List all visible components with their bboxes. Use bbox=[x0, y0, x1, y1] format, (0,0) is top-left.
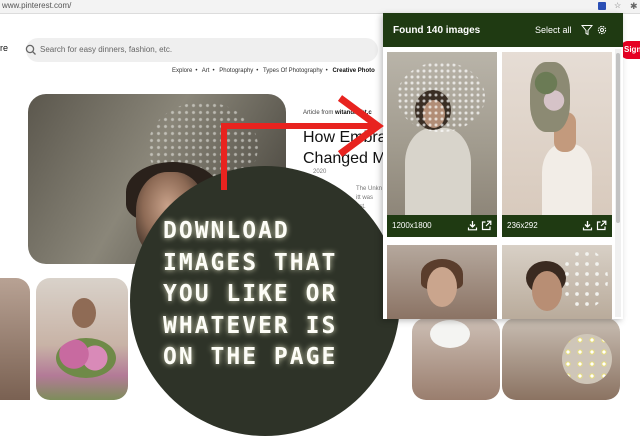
download-icon[interactable] bbox=[467, 220, 478, 231]
search-bar[interactable]: Search for easy dinners, fashion, etc. bbox=[25, 38, 378, 62]
article-date: 2020 bbox=[313, 169, 327, 175]
filter-icon[interactable] bbox=[581, 24, 593, 36]
article-snippet-line: The Unkn bbox=[356, 186, 383, 192]
breadcrumb: Explore • Art • Photography • Types Of Phot… bbox=[172, 68, 375, 74]
puzzle-icon[interactable]: ✱ bbox=[630, 2, 638, 11]
open-external-icon[interactable] bbox=[596, 220, 607, 231]
article-title[interactable]: How Embrac Changed My bbox=[303, 127, 395, 169]
image-preview[interactable] bbox=[502, 52, 612, 215]
search-input[interactable]: Search for easy dinners, fashion, etc. bbox=[40, 45, 172, 54]
image-card[interactable]: 1200x1800 bbox=[387, 52, 497, 237]
article-snippet-line: itt was bbox=[356, 195, 374, 201]
promo-caption: DOWNLOAD IMAGES THAT YOU LIKE OR WHATEVE… bbox=[163, 218, 338, 370]
search-icon bbox=[25, 44, 36, 55]
pin-thumbnail[interactable] bbox=[502, 318, 620, 400]
breadcrumb-item[interactable]: Photography bbox=[219, 68, 253, 74]
article-source: Article from witandlight.c bbox=[303, 110, 372, 116]
breadcrumb-item[interactable]: Types Of Photography bbox=[263, 68, 323, 74]
bookmark-icon[interactable]: ☆ bbox=[614, 2, 622, 10]
pin-thumbnail[interactable] bbox=[0, 278, 30, 400]
breadcrumb-item[interactable]: Art bbox=[202, 68, 210, 74]
image-dimensions: 1200x1800 bbox=[392, 221, 432, 230]
image-dimensions: 236x292 bbox=[507, 221, 538, 230]
pin-thumbnail[interactable] bbox=[36, 278, 128, 400]
url-text[interactable]: www.pinterest.com/ bbox=[2, 1, 71, 10]
signup-button[interactable]: Sign u bbox=[620, 41, 640, 72]
panel-header: Found 140 images Select all bbox=[383, 13, 623, 47]
gear-icon[interactable] bbox=[596, 24, 608, 36]
extension-icon[interactable] bbox=[598, 2, 606, 10]
select-all-button[interactable]: Select all bbox=[535, 25, 572, 35]
image-card-footer: 236x292 bbox=[502, 215, 612, 237]
download-icon[interactable] bbox=[582, 220, 593, 231]
article-source-link[interactable]: witandlight.c bbox=[335, 110, 372, 116]
home-link[interactable]: re bbox=[0, 43, 8, 53]
image-card[interactable] bbox=[387, 245, 497, 319]
panel-scrollbar-thumb[interactable] bbox=[616, 53, 620, 223]
pin-thumbnail[interactable] bbox=[412, 318, 500, 400]
open-external-icon[interactable] bbox=[481, 220, 492, 231]
browser-url-bar[interactable]: www.pinterest.com/ ☆ ✱ bbox=[0, 0, 640, 14]
image-preview[interactable] bbox=[387, 52, 497, 215]
image-card-footer: 1200x1800 bbox=[387, 215, 497, 237]
image-card[interactable]: 236x292 bbox=[502, 52, 612, 237]
image-card[interactable] bbox=[502, 245, 612, 319]
breadcrumb-item-current[interactable]: Creative Photo bbox=[332, 68, 374, 74]
breadcrumb-item[interactable]: Explore bbox=[172, 68, 192, 74]
found-images-count: Found 140 images bbox=[393, 25, 481, 36]
image-downloader-panel: Found 140 images Select all 1200x1800 23… bbox=[383, 13, 623, 319]
